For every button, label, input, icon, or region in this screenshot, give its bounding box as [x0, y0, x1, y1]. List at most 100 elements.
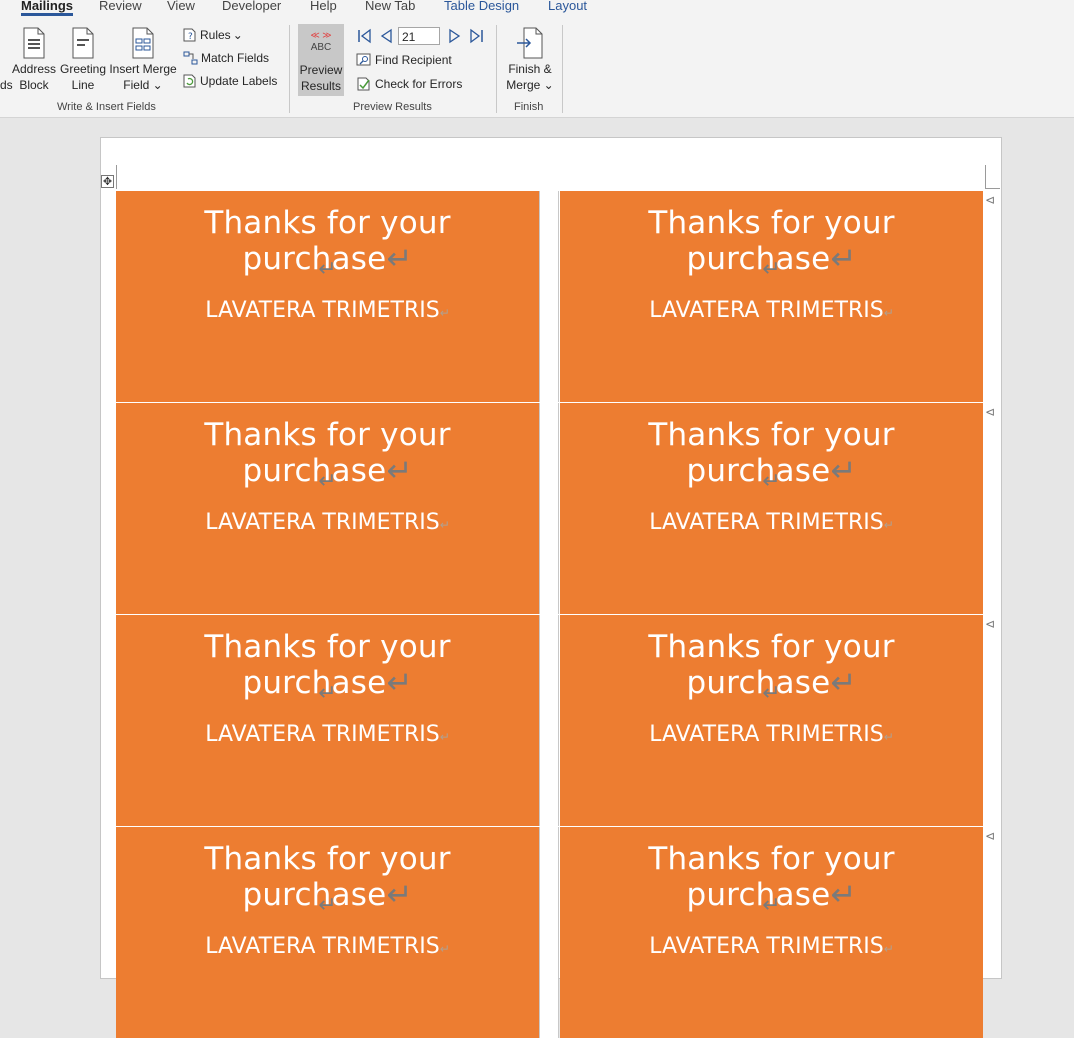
match-fields-label: Match Fields	[201, 51, 270, 65]
address-block-label-1: Address	[11, 62, 57, 76]
insert-merge-field-label-2: Field ⌄	[123, 78, 163, 92]
tab-new-tab[interactable]: New Tab	[365, 0, 415, 13]
tab-mailings[interactable]: Mailings	[21, 0, 74, 16]
greeting-line-icon	[72, 27, 94, 59]
end-of-row-mark-icon: ⊲	[985, 193, 996, 207]
label-name-text: LAVATERA TRIMETRIS	[649, 934, 884, 959]
group-label-preview-results: Preview Results	[353, 101, 432, 113]
check-for-errors-label: Check for Errors	[375, 77, 463, 91]
label-recipient-name: LAVATERA TRIMETRIS↵	[116, 510, 539, 538]
check-for-errors-button[interactable]: Check for Errors	[356, 74, 462, 94]
paragraph-mark-icon: ↵	[318, 256, 337, 281]
label-cell[interactable]: Thanks for your purchase↵ ↵ LAVATERA TRIME…	[560, 403, 983, 614]
label-name-text: LAVATERA TRIMETRIS	[649, 510, 884, 535]
match-fields-button[interactable]: Match Fields	[183, 48, 269, 68]
end-of-row-mark-icon: ⊲	[985, 829, 996, 843]
last-record-icon[interactable]	[469, 28, 485, 44]
label-name-text: LAVATERA TRIMETRIS	[205, 298, 440, 323]
label-cell[interactable]: Thanks for your purchase↵ ↵ LAVATERA TRIME…	[116, 827, 539, 1038]
group-separator	[289, 25, 290, 113]
label-cell[interactable]: Thanks for your purchase↵ ↵ LAVATERA TRIME…	[560, 827, 983, 1038]
preview-results-button[interactable]: ≪ ≫ ABC Preview Results	[298, 24, 344, 96]
label-recipient-name: LAVATERA TRIMETRIS↵	[560, 934, 983, 962]
crop-mark	[116, 165, 117, 189]
label-cell[interactable]: Thanks for your purchase↵ ↵ LAVATERA TRIME…	[116, 403, 539, 614]
tab-developer[interactable]: Developer	[222, 0, 281, 13]
chevron-down-icon: ⌄	[152, 78, 163, 92]
chevron-down-icon: ⌄	[543, 78, 554, 92]
ribbon-tab-bar: Mailings Review View Developer Help New …	[0, 0, 1074, 17]
first-record-icon[interactable]	[356, 28, 372, 44]
tab-layout[interactable]: Layout	[548, 0, 587, 13]
label-recipient-name: LAVATERA TRIMETRIS↵	[116, 298, 539, 326]
label-recipient-name: LAVATERA TRIMETRIS↵	[560, 510, 983, 538]
paragraph-mark-icon: ↵	[318, 892, 337, 917]
end-of-cell-mark-icon: ↵	[883, 730, 894, 744]
update-labels-label: Update Labels	[200, 74, 278, 88]
spacer-cell	[539, 403, 559, 614]
label-recipient-name: LAVATERA TRIMETRIS↵	[560, 722, 983, 750]
crop-mark	[985, 165, 986, 188]
end-of-cell-mark-icon: ↵	[883, 306, 894, 320]
record-number-input[interactable]: 21	[398, 27, 440, 45]
insert-merge-field-icon	[132, 27, 154, 59]
end-of-row-mark-icon: ⊲	[985, 405, 996, 419]
chevron-down-icon: ⌄	[232, 28, 243, 42]
group-separator	[496, 25, 497, 113]
paragraph-mark-icon: ↵	[318, 468, 337, 493]
ribbon: ds Address Block Greeting Line Insert Me…	[0, 17, 1074, 118]
address-block-icon	[23, 27, 45, 59]
preview-results-label-1: Preview	[299, 63, 343, 77]
label-recipient-name: LAVATERA TRIMETRIS↵	[560, 298, 983, 326]
label-name-text: LAVATERA TRIMETRIS	[649, 722, 884, 747]
greeting-line-button[interactable]: Greeting Line	[58, 27, 108, 93]
svg-text:?: ?	[188, 32, 193, 42]
abc-icon: ABC	[310, 42, 332, 53]
find-recipient-label: Find Recipient	[375, 53, 452, 67]
update-labels-button[interactable]: Update Labels	[183, 71, 277, 91]
paragraph-mark-icon: ↵	[762, 892, 781, 917]
previous-record-icon[interactable]	[378, 28, 394, 44]
finish-merge-label-1: Finish &	[508, 62, 552, 76]
paragraph-mark-icon: ↵	[762, 468, 781, 493]
next-record-icon[interactable]	[447, 28, 463, 44]
end-of-cell-mark-icon: ↵	[439, 942, 450, 956]
preview-results-label-2: Results	[300, 79, 341, 93]
address-block-button[interactable]: Address Block	[10, 27, 58, 93]
label-name-text: LAVATERA TRIMETRIS	[205, 722, 440, 747]
rules-label: Rules	[200, 28, 231, 42]
label-cell[interactable]: Thanks for your purchase↵ ↵ LAVATERA TRIME…	[116, 191, 539, 402]
spacer-cell	[539, 827, 559, 1038]
insert-merge-field-label-1: Insert Merge	[109, 62, 177, 76]
paragraph-mark-icon: ↵	[762, 256, 781, 281]
spacer-cell	[539, 615, 559, 826]
merge-arrows-icon: ≪ ≫	[310, 30, 332, 40]
label-name-text: LAVATERA TRIMETRIS	[205, 510, 440, 535]
paragraph-mark-icon: ↵	[318, 680, 337, 705]
finish-merge-icon	[517, 27, 543, 59]
group-label-write-insert: Write & Insert Fields	[57, 101, 156, 113]
label-cell[interactable]: Thanks for your purchase↵ ↵ LAVATERA TRIME…	[116, 615, 539, 826]
tab-view[interactable]: View	[167, 0, 195, 13]
end-of-cell-mark-icon: ↵	[883, 942, 894, 956]
crop-mark	[985, 188, 1000, 189]
label-cell[interactable]: Thanks for your purchase↵ ↵ LAVATERA TRIME…	[560, 191, 983, 402]
label-recipient-name: LAVATERA TRIMETRIS↵	[116, 934, 539, 962]
group-label-finish: Finish	[514, 101, 544, 113]
rules-button[interactable]: ? Rules ⌄	[183, 25, 243, 45]
tab-table-design[interactable]: Table Design	[444, 0, 519, 13]
tab-help[interactable]: Help	[310, 0, 337, 13]
tab-review[interactable]: Review	[99, 0, 142, 13]
greeting-line-label-1: Greeting	[59, 62, 107, 76]
label-cell[interactable]: Thanks for your purchase↵ ↵ LAVATERA TRIME…	[560, 615, 983, 826]
end-of-cell-mark-icon: ↵	[439, 518, 450, 532]
check-errors-icon	[357, 77, 370, 91]
group-separator	[562, 25, 563, 113]
table-move-handle-icon[interactable]: ✥	[101, 175, 114, 188]
update-labels-icon	[183, 74, 196, 88]
greeting-line-label-2: Line	[71, 78, 95, 92]
insert-merge-field-button[interactable]: Insert Merge Field ⌄	[108, 27, 178, 93]
find-recipient-button[interactable]: Find Recipient	[356, 50, 452, 70]
label-name-text: LAVATERA TRIMETRIS	[649, 298, 884, 323]
finish-merge-button[interactable]: Finish & Merge ⌄	[505, 27, 555, 93]
